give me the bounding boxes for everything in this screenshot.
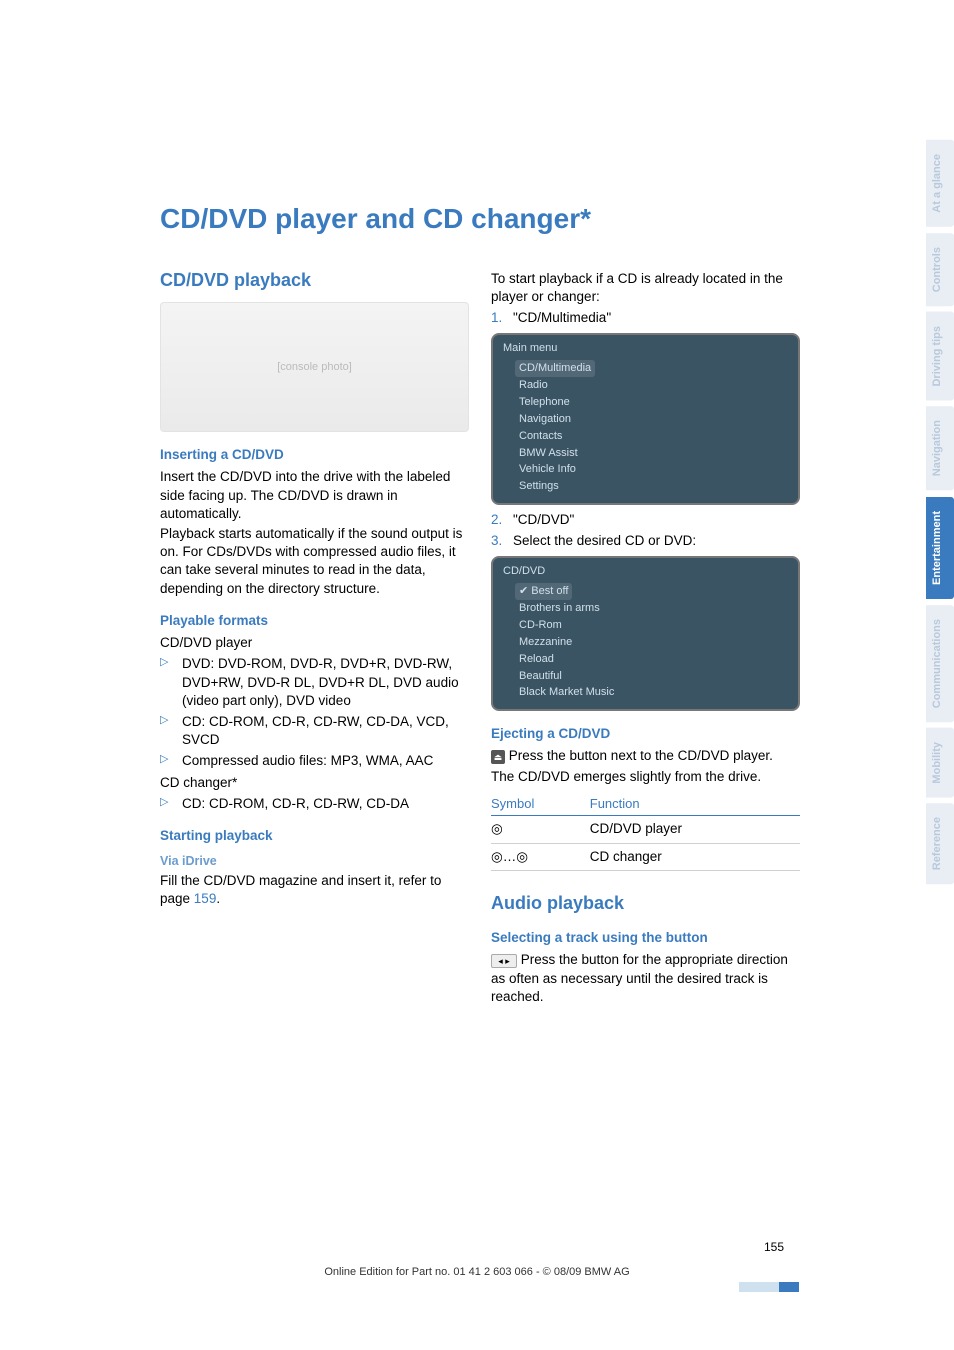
body-text: ⏏ Press the button next to the CD/DVD pl… (491, 747, 800, 765)
menu-title: Main menu (503, 341, 557, 356)
dashboard-photo: [console photo] (160, 302, 469, 432)
menu-item: Beautiful (519, 668, 788, 685)
menu-item-selected: ✔ Best off (515, 583, 572, 600)
page-number: 155 (764, 1239, 784, 1255)
heading-ejecting: Ejecting a CD/DVD (491, 725, 800, 743)
list-item: CD: CD-ROM, CD-R, CD-RW, CD-DA (160, 795, 469, 813)
section-tab-controls[interactable]: Controls (926, 233, 954, 306)
menu-item: Settings (519, 478, 788, 495)
menu-item: Brothers in arms (519, 600, 788, 617)
steps-list: "CD/DVD" Select the desired CD or DVD: (491, 511, 800, 550)
menu-item: Mezzanine (519, 634, 788, 651)
heading-inserting: Inserting a CD/DVD (160, 446, 469, 464)
menu-item: Radio (519, 377, 788, 394)
table-header-symbol: Symbol (491, 792, 590, 816)
table-header-function: Function (590, 792, 800, 816)
section-tab-communications[interactable]: Communications (926, 605, 954, 722)
menu-item: BMW Assist (519, 445, 788, 462)
menu-item-selected: CD/Multimedia (515, 360, 595, 377)
section-tab-navigation[interactable]: Navigation (926, 406, 954, 490)
body-text: Insert the CD/DVD into the drive with th… (160, 468, 469, 523)
menu-title: CD/DVD (503, 564, 545, 579)
disc-range-icon: ◎…◎ (491, 843, 590, 870)
formats-list: DVD: DVD-ROM, DVD-R, DVD+R, DVD-RW, DVD+… (160, 655, 469, 770)
body-text: The CD/DVD emerges slightly from the dri… (491, 768, 800, 786)
idrive-screenshot-main-menu: Main menu CD/Multimedia Radio Telephone … (491, 333, 800, 505)
page-link-159[interactable]: 159 (194, 891, 217, 906)
heading-selecting-track: Selecting a track using the button (491, 929, 800, 947)
list-item: Compressed audio files: MP3, WMA, AAC (160, 752, 469, 770)
prev-next-icon: ◂ ▸ (491, 954, 517, 968)
body-text: ◂ ▸ Press the button for the appropriate… (491, 951, 800, 1006)
table-row: ◎…◎ CD changer (491, 843, 800, 870)
eject-icon: ⏏ (491, 750, 505, 764)
table-row: ◎ CD/DVD player (491, 816, 800, 843)
footer-text: Online Edition for Part no. 01 41 2 603 … (0, 1265, 954, 1280)
page-progress-bar (739, 1282, 799, 1292)
step-item: "CD/DVD" (491, 511, 800, 529)
menu-item: Vehicle Info (519, 461, 788, 478)
body-text: CD/DVD player (160, 634, 469, 652)
list-item: CD: CD-ROM, CD-R, CD-RW, CD-DA, VCD, SVC… (160, 713, 469, 749)
body-text: Playback starts automatically if the sou… (160, 525, 469, 598)
body-text: CD changer* (160, 774, 469, 792)
page-title: CD/DVD player and CD changer* (160, 200, 800, 238)
heading-cd-dvd-playback: CD/DVD playback (160, 268, 469, 292)
body-text: To start playback if a CD is already loc… (491, 270, 800, 306)
section-tab-driving-tips[interactable]: Driving tips (926, 312, 954, 401)
heading-playable-formats: Playable formats (160, 612, 469, 630)
list-item: DVD: DVD-ROM, DVD-R, DVD+R, DVD-RW, DVD+… (160, 655, 469, 710)
symbol-table: Symbol Function ◎ CD/DVD player ◎…◎ CD c… (491, 792, 800, 871)
disc-icon: ◎ (491, 816, 590, 843)
heading-audio-playback: Audio playback (491, 891, 800, 915)
menu-item: Contacts (519, 428, 788, 445)
table-cell: CD changer (590, 843, 800, 870)
section-tab-reference[interactable]: Reference (926, 803, 954, 884)
menu-item: CD-Rom (519, 617, 788, 634)
menu-item: Telephone (519, 394, 788, 411)
menu-item: Navigation (519, 411, 788, 428)
body-text: Fill the CD/DVD magazine and insert it, … (160, 872, 469, 908)
steps-list: "CD/Multimedia" (491, 309, 800, 327)
changer-list: CD: CD-ROM, CD-R, CD-RW, CD-DA (160, 795, 469, 813)
section-tab-mobility[interactable]: Mobility (926, 728, 954, 798)
heading-via-idrive: Via iDrive (160, 853, 469, 870)
heading-starting-playback: Starting playback (160, 827, 469, 845)
menu-item: Reload (519, 651, 788, 668)
section-tab-at-a-glance[interactable]: At a glance (926, 140, 954, 227)
table-cell: CD/DVD player (590, 816, 800, 843)
idrive-screenshot-cd-dvd: CD/DVD ✔ Best off Brothers in arms CD-Ro… (491, 556, 800, 711)
step-item: Select the desired CD or DVD: (491, 532, 800, 550)
section-tab-entertainment[interactable]: Entertainment (926, 497, 954, 599)
menu-item: Black Market Music (519, 684, 788, 701)
step-item: "CD/Multimedia" (491, 309, 800, 327)
